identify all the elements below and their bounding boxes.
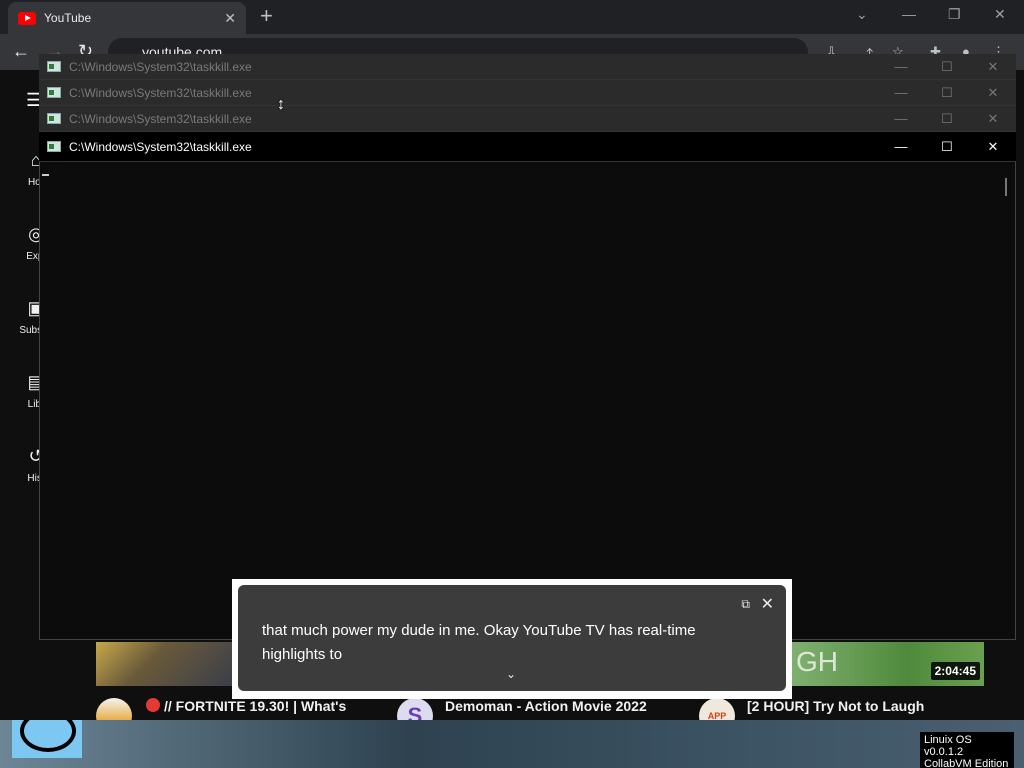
console-maximize-button[interactable]: ☐ xyxy=(924,59,970,75)
back-arrow-icon[interactable]: ← xyxy=(12,42,30,60)
console-minimize-button[interactable]: — xyxy=(878,139,924,154)
live-caption-panel: ⧉ ✕ that much power my dude in me. Okay … xyxy=(238,585,786,691)
console-title: C:\Windows\System32\taskkill.exe xyxy=(69,111,252,126)
console-window-titlebar[interactable]: C:\Windows\System32\taskkill.exe — ☐ ✕ xyxy=(39,54,1016,80)
console-maximize-button[interactable]: ☐ xyxy=(924,85,970,101)
console-icon xyxy=(47,61,61,72)
popout-icon[interactable]: ⧉ xyxy=(741,597,750,612)
console-title: C:\Windows\System32\taskkill.exe xyxy=(69,59,252,74)
caption-text: that much power my dude in me. Okay YouT… xyxy=(262,622,696,663)
console-title: C:\Windows\System32\taskkill.exe xyxy=(69,85,252,100)
console-minimize-button[interactable]: — xyxy=(878,111,924,126)
console-title: C:\Windows\System32\taskkill.exe xyxy=(69,139,252,154)
browser-tab-youtube[interactable]: YouTube ✕ xyxy=(8,2,246,34)
thumbnail-text: GH xyxy=(796,646,838,677)
video-title[interactable]: Demoman - Action Movie 2022 xyxy=(445,698,647,714)
close-icon[interactable]: ✕ xyxy=(761,594,774,614)
console-minimize-button[interactable]: — xyxy=(878,85,924,100)
chevron-down-icon[interactable]: ⌄ xyxy=(506,667,516,681)
video-title[interactable]: // FORTNITE 19.30! | What's xyxy=(164,698,346,714)
console-scrollbar[interactable] xyxy=(1005,178,1007,196)
resize-cursor-icon: ↕ xyxy=(277,96,285,113)
video-duration: 2:04:45 xyxy=(930,662,980,680)
screen: YouTube ✕ + ⌄ — ❐ ✕ ← → ↻ youtube.com ⇩ … xyxy=(0,0,1024,768)
watermark-line-2: CollabVM Edition xyxy=(924,758,1009,768)
text-cursor xyxy=(42,174,49,176)
tab-search-icon[interactable]: ⌄ xyxy=(856,6,868,23)
live-caption-frame: ⧉ ✕ that much power my dude in me. Okay … xyxy=(232,579,792,699)
video-thumbnail[interactable] xyxy=(96,642,232,686)
console-close-button[interactable]: ✕ xyxy=(970,59,1016,75)
console-maximize-button[interactable]: ☐ xyxy=(924,111,970,127)
console-close-button[interactable]: ✕ xyxy=(970,139,1016,155)
desktop-background: Linuix OS v0.0.1.2 CollabVM Edition xyxy=(0,720,1024,768)
window-close-button[interactable]: ✕ xyxy=(994,6,1006,23)
video-thumbnail[interactable]: GH 2:04:45 xyxy=(792,642,984,686)
console-maximize-button[interactable]: ☐ xyxy=(924,139,970,155)
tab-close-icon[interactable]: ✕ xyxy=(224,10,236,27)
console-close-button[interactable]: ✕ xyxy=(970,111,1016,127)
console-output-area[interactable] xyxy=(39,162,1016,640)
console-minimize-button[interactable]: — xyxy=(878,59,924,74)
youtube-favicon-icon xyxy=(18,11,36,25)
tab-title: YouTube xyxy=(44,11,92,25)
console-icon xyxy=(47,113,61,124)
browser-tabstrip: YouTube ✕ + ⌄ — ❐ ✕ xyxy=(0,0,1024,34)
window-restore-button[interactable]: ❐ xyxy=(948,6,961,23)
video-title[interactable]: [2 HOUR] Try Not to Laugh xyxy=(747,698,924,714)
console-window-titlebar-active[interactable]: C:\Windows\System32\taskkill.exe — ☐ ✕ xyxy=(39,132,1016,162)
watermark-line-1: Linuix OS v0.0.1.2 xyxy=(924,734,972,758)
new-tab-button[interactable]: + xyxy=(260,5,273,27)
console-icon xyxy=(47,141,61,152)
console-icon xyxy=(47,87,61,98)
console-window-titlebar[interactable]: C:\Windows\System32\taskkill.exe — ☐ ✕ xyxy=(39,106,1016,132)
os-watermark: Linuix OS v0.0.1.2 CollabVM Edition xyxy=(920,732,1014,768)
console-window-titlebar[interactable]: C:\Windows\System32\taskkill.exe — ☐ ✕ xyxy=(39,80,1016,106)
console-close-button[interactable]: ✕ xyxy=(970,85,1016,101)
live-dot-icon xyxy=(146,698,160,712)
window-minimize-button[interactable]: — xyxy=(902,6,916,22)
